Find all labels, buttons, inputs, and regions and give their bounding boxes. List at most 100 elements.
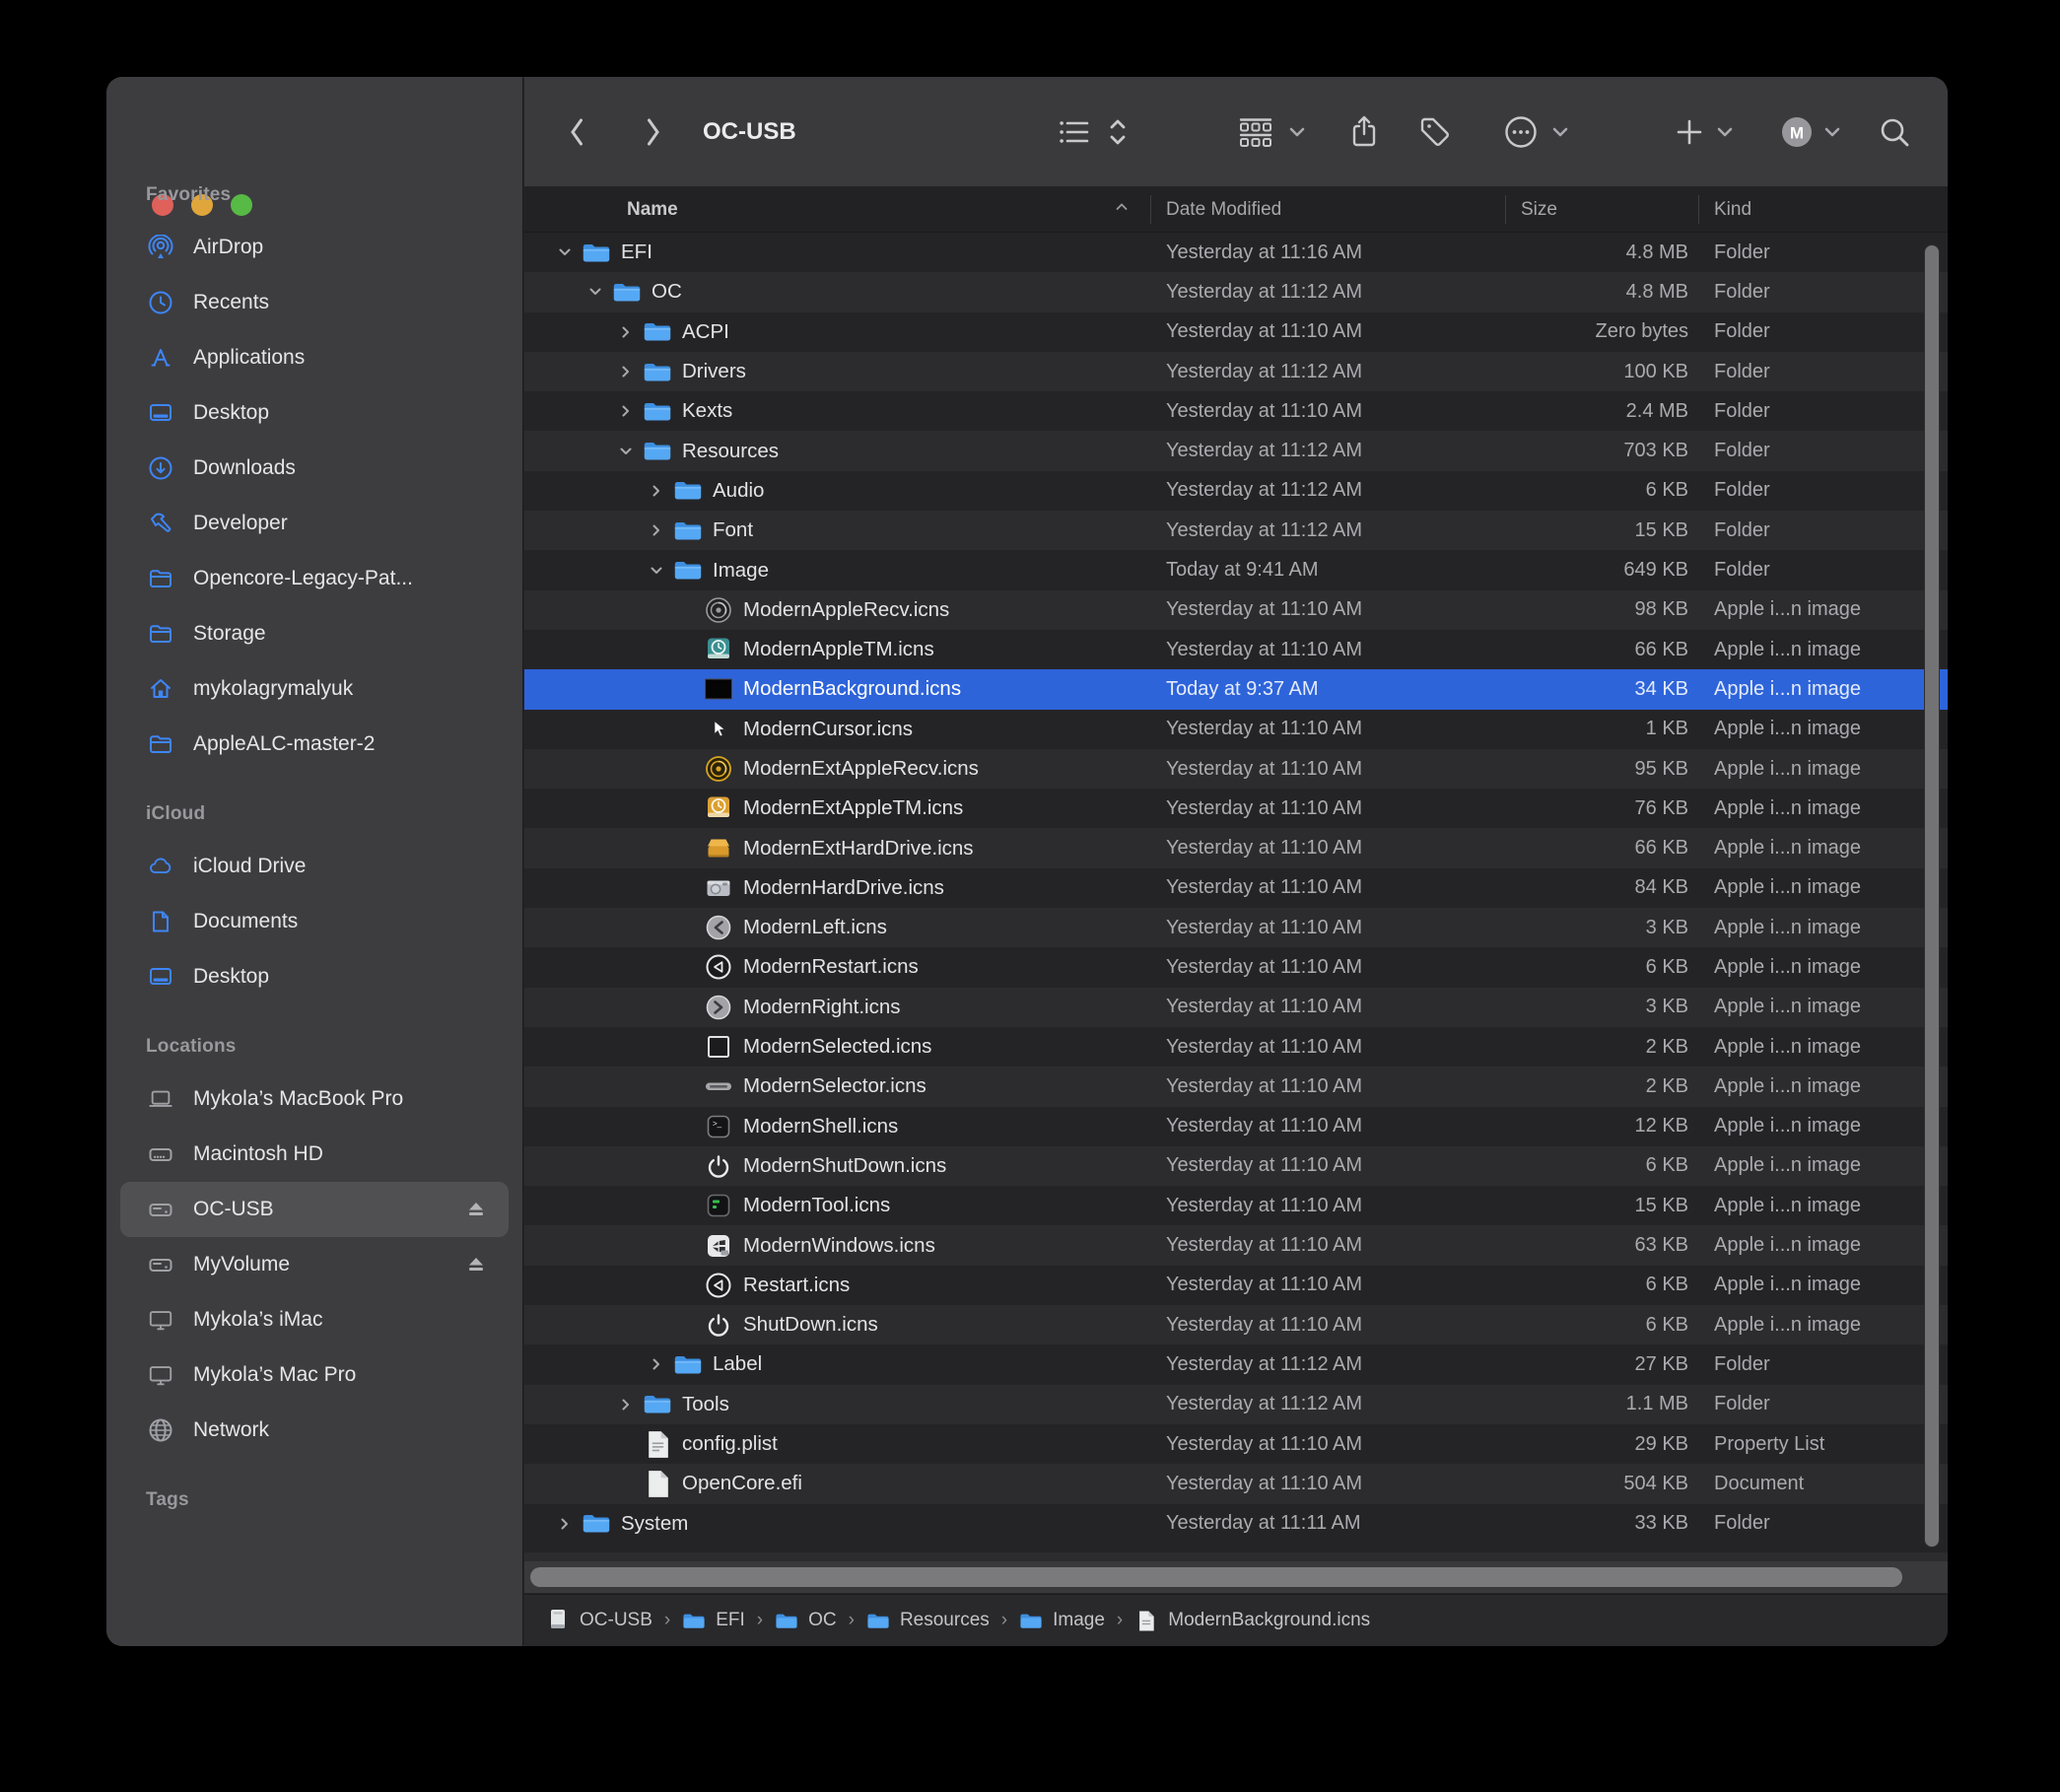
disclosure-collapsed-icon[interactable]: [615, 321, 637, 343]
file-row[interactable]: ModernBackground.icnsToday at 9:37 AM34 …: [524, 669, 1948, 709]
path-item[interactable]: EFI: [682, 1609, 745, 1632]
path-item[interactable]: OC-USB: [546, 1609, 652, 1632]
column-header-kind[interactable]: Kind: [1714, 199, 1751, 221]
disclosure-collapsed-icon[interactable]: [615, 1394, 637, 1415]
file-row[interactable]: FontYesterday at 11:12 AM15 KBFolder: [524, 511, 1948, 550]
column-divider[interactable]: [1150, 195, 1151, 224]
share-button[interactable]: [1348, 114, 1380, 150]
file-date-modified: Yesterday at 11:12 AM: [1166, 471, 1362, 511]
group-by-button[interactable]: [1237, 115, 1274, 149]
view-sort-toggle-button[interactable]: [1107, 115, 1129, 149]
file-row[interactable]: ModernTool.icnsYesterday at 11:10 AM15 K…: [524, 1186, 1948, 1225]
file-row[interactable]: ModernRestart.icnsYesterday at 11:10 AM6…: [524, 947, 1948, 987]
file-row[interactable]: DriversYesterday at 11:12 AM100 KBFolder: [524, 352, 1948, 391]
tags-button[interactable]: [1418, 115, 1452, 149]
back-button[interactable]: [566, 115, 589, 149]
disclosure-collapsed-icon[interactable]: [615, 400, 637, 422]
file-row[interactable]: OpenCore.efiYesterday at 11:10 AM504 KBD…: [524, 1464, 1948, 1503]
file-row[interactable]: ACPIYesterday at 11:10 AMZero bytesFolde…: [524, 312, 1948, 352]
column-divider[interactable]: [1698, 195, 1699, 224]
file-row[interactable]: LabelYesterday at 11:12 AM27 KBFolder: [524, 1344, 1948, 1384]
path-item[interactable]: Resources: [866, 1609, 990, 1632]
horizontal-scrollbar-track[interactable]: [524, 1561, 1948, 1593]
disclosure-expanded-icon[interactable]: [554, 241, 576, 263]
file-row[interactable]: ModernCursor.icnsYesterday at 11:10 AM1 …: [524, 710, 1948, 749]
new-item-button[interactable]: [1675, 117, 1704, 147]
sidebar-item-mykolagrymalyuk[interactable]: mykolagrymalyuk: [120, 661, 509, 717]
file-row[interactable]: ModernExtAppleRecv.icnsYesterday at 11:1…: [524, 749, 1948, 789]
file-row[interactable]: Restart.icnsYesterday at 11:10 AM6 KBApp…: [524, 1266, 1948, 1305]
file-row[interactable]: >_ModernShell.icnsYesterday at 11:10 AM1…: [524, 1107, 1948, 1146]
forward-button[interactable]: [641, 115, 664, 149]
horizontal-scrollbar-thumb[interactable]: [530, 1567, 1902, 1587]
new-item-chevron-button[interactable]: [1715, 124, 1735, 140]
vertical-scrollbar-thumb[interactable]: [1924, 244, 1940, 1548]
column-header-row: Name Date Modified Size Kind: [524, 187, 1948, 233]
file-row[interactable]: ModernAppleTM.icnsYesterday at 11:10 AM6…: [524, 630, 1948, 669]
eject-icon[interactable]: [465, 1199, 487, 1220]
sidebar-item-mykola-s-mac-pro[interactable]: Mykola’s Mac Pro: [120, 1347, 509, 1403]
disclosure-expanded-icon[interactable]: [584, 281, 606, 303]
file-row[interactable]: ModernShutDown.icnsYesterday at 11:10 AM…: [524, 1146, 1948, 1186]
account-button[interactable]: M: [1779, 114, 1815, 150]
group-by-chevron-button[interactable]: [1287, 124, 1307, 140]
path-item[interactable]: ModernBackground.icns: [1134, 1609, 1370, 1632]
sidebar-item-mykola-s-macbook-pro[interactable]: Mykola’s MacBook Pro: [120, 1071, 509, 1127]
eject-icon[interactable]: [465, 1254, 487, 1275]
sidebar-item-mykola-s-imac[interactable]: Mykola’s iMac: [120, 1292, 509, 1347]
column-header-size[interactable]: Size: [1521, 199, 1557, 221]
file-row[interactable]: ModernSelector.icnsYesterday at 11:10 AM…: [524, 1067, 1948, 1106]
path-item[interactable]: OC: [775, 1609, 837, 1632]
sidebar-item-applealc-master-2[interactable]: AppleALC-master-2: [120, 717, 509, 772]
sidebar-item-opencore-legacy-pat-[interactable]: Opencore-Legacy-Pat...: [120, 551, 509, 606]
file-row[interactable]: ModernLeft.icnsYesterday at 11:10 AM3 KB…: [524, 908, 1948, 947]
file-row[interactable]: ModernRight.icnsYesterday at 11:10 AM3 K…: [524, 988, 1948, 1027]
sidebar-item-oc-usb[interactable]: OC-USB: [120, 1182, 509, 1237]
sidebar-item-airdrop[interactable]: AirDrop: [120, 220, 509, 275]
sidebar-item-documents[interactable]: Documents: [120, 894, 509, 949]
file-row[interactable]: SystemYesterday at 11:11 AM33 KBFolder: [524, 1504, 1948, 1544]
sidebar-item-macintosh-hd[interactable]: Macintosh HD: [120, 1127, 509, 1182]
file-row[interactable]: OCYesterday at 11:12 AM4.8 MBFolder: [524, 272, 1948, 311]
file-row[interactable]: AudioYesterday at 11:12 AM6 KBFolder: [524, 471, 1948, 511]
disclosure-expanded-icon[interactable]: [615, 441, 637, 462]
file-row[interactable]: ImageToday at 9:41 AM649 KBFolder: [524, 550, 1948, 589]
file-row[interactable]: ToolsYesterday at 11:12 AM1.1 MBFolder: [524, 1385, 1948, 1424]
file-row[interactable]: KextsYesterday at 11:10 AM2.4 MBFolder: [524, 391, 1948, 431]
account-chevron-button[interactable]: [1822, 124, 1842, 140]
sidebar-item-downloads[interactable]: Downloads: [120, 441, 509, 496]
sidebar-item-developer[interactable]: Developer: [120, 496, 509, 551]
view-list-button[interactable]: [1058, 117, 1091, 147]
disclosure-collapsed-icon[interactable]: [615, 361, 637, 382]
more-actions-chevron-button[interactable]: [1550, 124, 1570, 140]
more-actions-button[interactable]: [1503, 114, 1539, 150]
file-row[interactable]: ModernExtAppleTM.icnsYesterday at 11:10 …: [524, 789, 1948, 828]
sidebar-item-recents[interactable]: Recents: [120, 275, 509, 330]
file-row[interactable]: EFIYesterday at 11:16 AM4.8 MBFolder: [524, 233, 1948, 272]
sidebar-item-icloud-drive[interactable]: iCloud Drive: [120, 839, 509, 894]
disclosure-collapsed-icon[interactable]: [646, 1353, 667, 1375]
column-divider[interactable]: [1505, 195, 1506, 224]
file-row[interactable]: ModernSelected.icnsYesterday at 11:10 AM…: [524, 1027, 1948, 1067]
file-row[interactable]: ShutDown.icnsYesterday at 11:10 AM6 KBAp…: [524, 1305, 1948, 1344]
sidebar-item-desktop[interactable]: Desktop: [120, 385, 509, 441]
sidebar-item-storage[interactable]: Storage: [120, 606, 509, 661]
file-row[interactable]: config.plistYesterday at 11:10 AM29 KBPr…: [524, 1424, 1948, 1464]
file-row[interactable]: ModernHardDrive.icnsYesterday at 11:10 A…: [524, 868, 1948, 908]
sidebar-item-applications[interactable]: Applications: [120, 330, 509, 385]
search-button[interactable]: [1878, 115, 1911, 149]
column-header-date[interactable]: Date Modified: [1166, 199, 1281, 221]
sidebar-item-myvolume[interactable]: MyVolume: [120, 1237, 509, 1292]
disclosure-collapsed-icon[interactable]: [646, 480, 667, 502]
column-header-name[interactable]: Name: [627, 199, 678, 221]
disclosure-collapsed-icon[interactable]: [554, 1513, 576, 1535]
file-row[interactable]: ResourcesYesterday at 11:12 AM703 KBFold…: [524, 431, 1948, 470]
disclosure-collapsed-icon[interactable]: [646, 519, 667, 541]
path-item[interactable]: Image: [1019, 1609, 1105, 1632]
file-row[interactable]: ModernWindows.icnsYesterday at 11:10 AM6…: [524, 1225, 1948, 1265]
file-row[interactable]: ModernExtHardDrive.icnsYesterday at 11:1…: [524, 828, 1948, 867]
sidebar-item-desktop[interactable]: Desktop: [120, 949, 509, 1004]
sidebar-item-network[interactable]: Network: [120, 1403, 509, 1458]
file-row[interactable]: ModernAppleRecv.icnsYesterday at 11:10 A…: [524, 590, 1948, 630]
disclosure-expanded-icon[interactable]: [646, 560, 667, 582]
